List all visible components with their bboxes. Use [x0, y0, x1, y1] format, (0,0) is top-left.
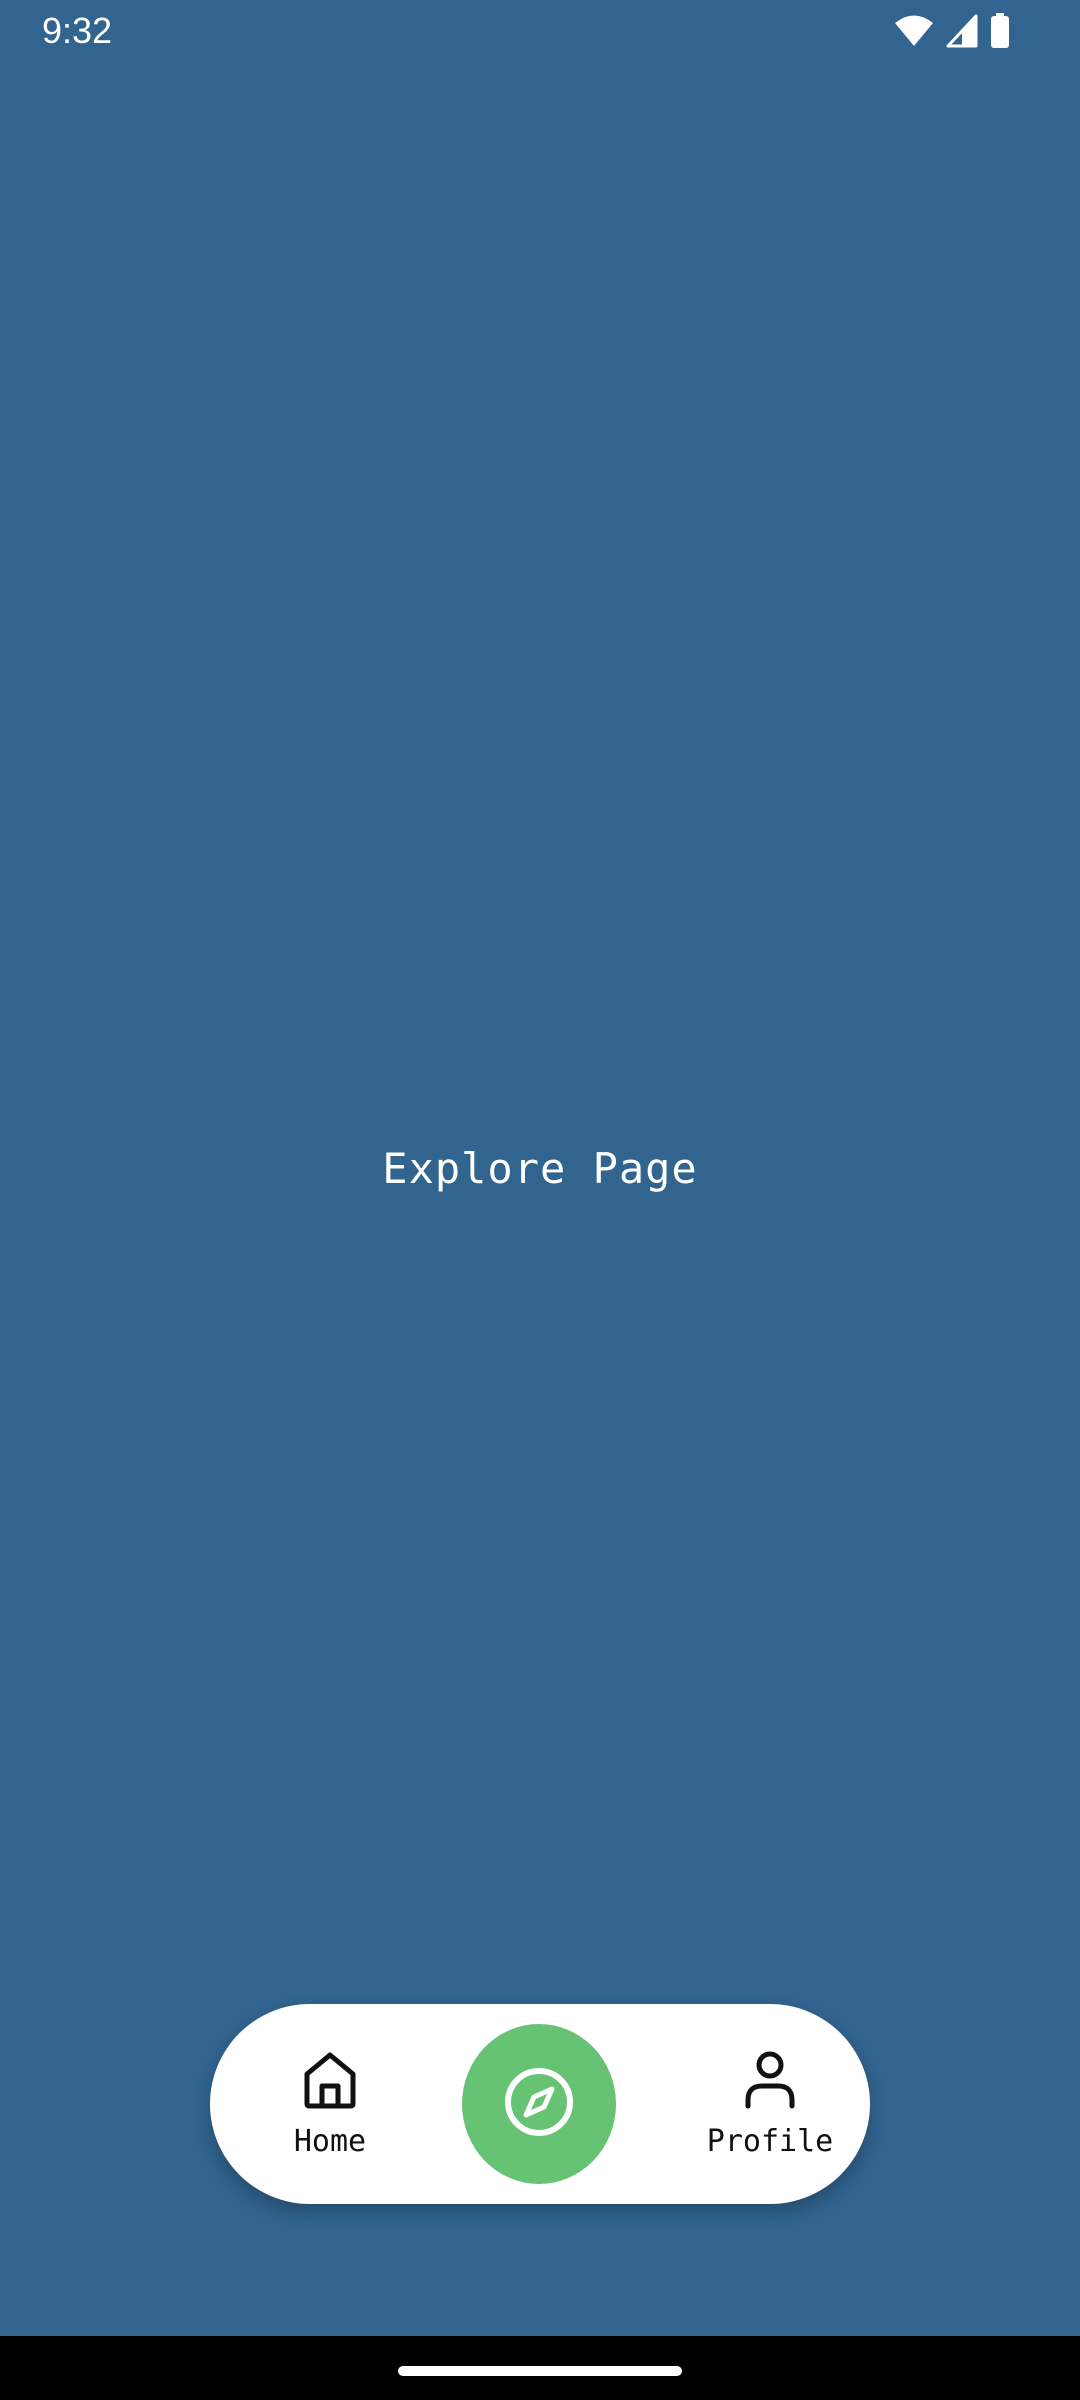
page-title: Explore Page — [382, 1144, 698, 1193]
compass-icon — [502, 2065, 576, 2143]
status-icons — [894, 13, 1010, 49]
nav-item-home[interactable]: Home — [260, 2004, 400, 2204]
nav-label-home: Home — [293, 2123, 367, 2159]
person-icon — [743, 2050, 797, 2124]
nav-item-explore[interactable] — [462, 2024, 616, 2184]
nav-item-profile[interactable]: Profile — [680, 2004, 860, 2204]
home-indicator[interactable] — [398, 2366, 682, 2376]
wifi-icon — [894, 14, 934, 48]
battery-icon — [990, 13, 1010, 49]
status-time: 9:32 — [42, 10, 113, 51]
screen: 9:32 Explore Page Home Profile — [0, 0, 1080, 2400]
home-icon — [301, 2050, 359, 2124]
system-navigation-bar — [0, 2336, 1080, 2400]
bottom-navigation-bar: Home Profile — [210, 2004, 870, 2204]
nav-label-profile: Profile — [706, 2123, 834, 2159]
cellular-signal-icon — [946, 14, 978, 48]
status-bar: 9:32 — [0, 0, 1080, 62]
